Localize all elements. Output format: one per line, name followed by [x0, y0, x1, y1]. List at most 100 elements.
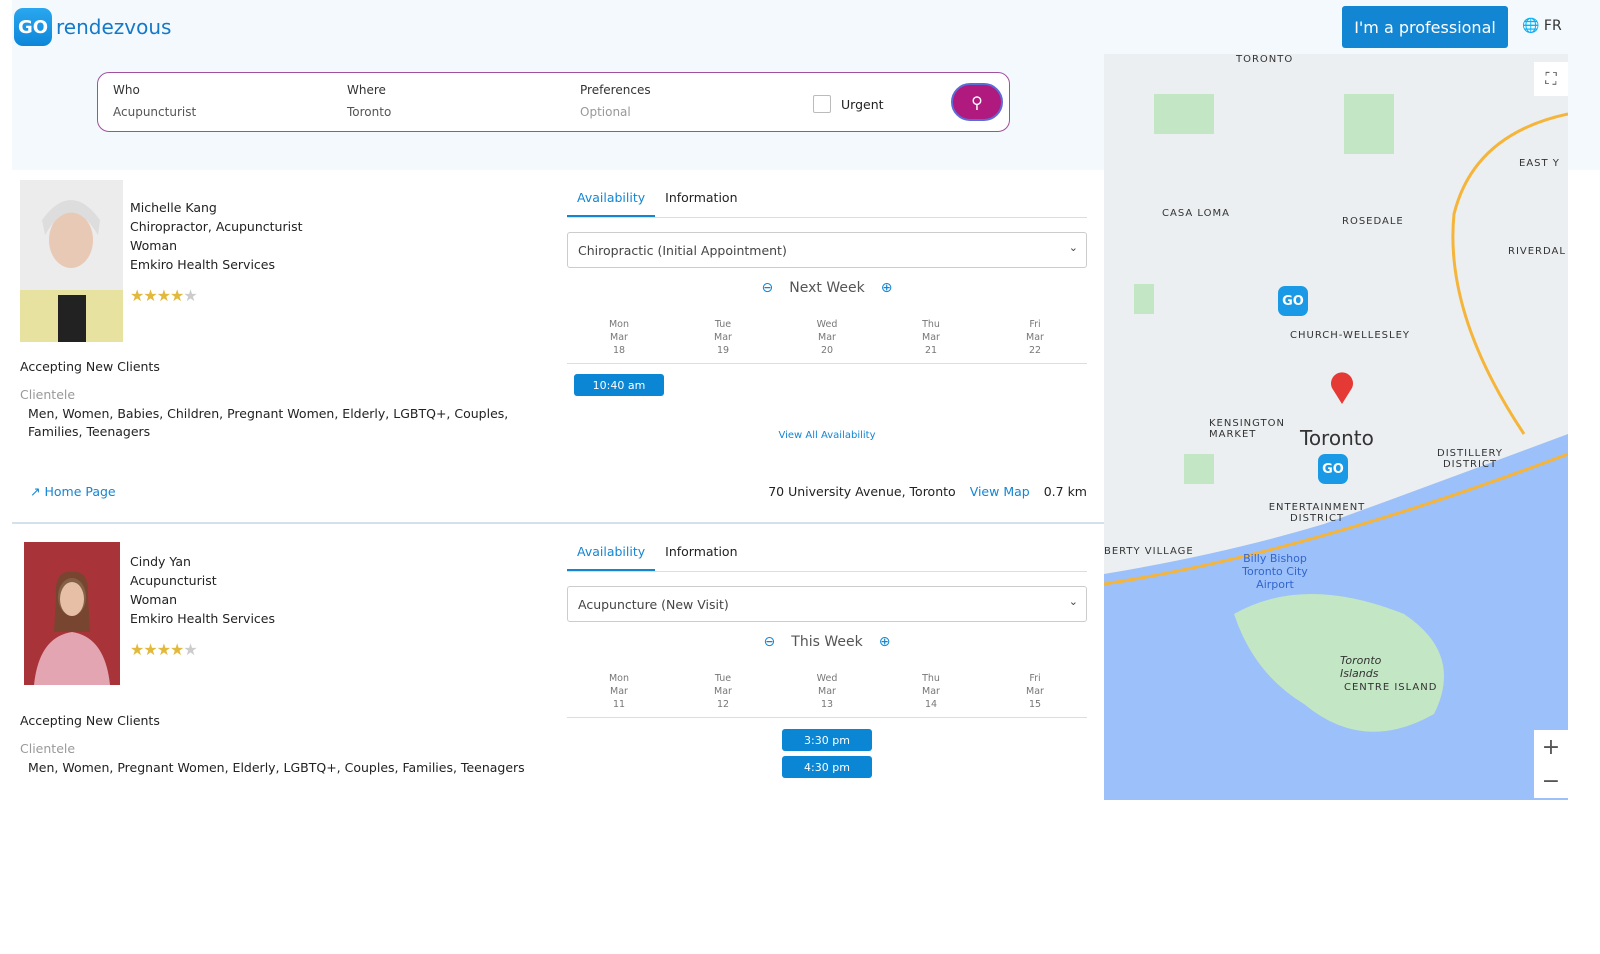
day-headers: Mon Mar 11 Tue Mar 12 Wed Mar 13 Thu Mar 14 Fri M… — [567, 672, 1087, 718]
preferences-field[interactable]: Preferences Optional — [580, 83, 651, 119]
zoom-out-button[interactable]: − — [1534, 764, 1568, 798]
week-nav: ⊖ Next Week ⊕ — [567, 280, 1087, 296]
location-row: 70 University Avenue, Toronto View Map 0… — [768, 484, 1087, 499]
practitioner-info: Michelle Kang Chiropractor, Acupuncturis… — [130, 198, 303, 305]
map-label: CENTRE ISLAND — [1344, 682, 1438, 693]
time-slot-button[interactable]: 4:30 pm — [782, 756, 872, 778]
tab-availability[interactable]: Availability — [567, 534, 656, 571]
map-label: Billy Bishop Toronto City Airport — [1242, 552, 1308, 591]
map-label: CHURCH-WELLESLEY — [1290, 330, 1410, 341]
next-week-icon[interactable]: ⊕ — [879, 634, 891, 650]
prev-week-icon[interactable]: ⊖ — [764, 634, 776, 650]
language-label: FR — [1543, 18, 1562, 34]
search-icon: ⚲ — [971, 92, 983, 112]
external-link-icon: ↗ — [30, 484, 41, 499]
gender: Woman — [130, 592, 178, 607]
map-label: RIVERDAL — [1508, 246, 1566, 257]
next-week-icon[interactable]: ⊕ — [881, 280, 893, 296]
prev-week-icon[interactable]: ⊖ — [762, 280, 774, 296]
checkbox[interactable] — [813, 95, 831, 113]
search-button[interactable]: ⚲ — [951, 83, 1003, 121]
map-label: ENTERTAINMENT DISTRICT — [1268, 502, 1366, 524]
preferences-input[interactable]: Optional — [580, 105, 651, 119]
view-all-availability-link[interactable]: View All Availability — [567, 430, 1087, 441]
result-card: Michelle Kang Chiropractor, Acupuncturis… — [12, 180, 1104, 520]
week-label: This Week — [791, 634, 863, 650]
service-value: Chiropractic (Initial Appointment) — [578, 243, 787, 258]
week-label: Next Week — [789, 280, 865, 296]
logo[interactable]: GO rendezvous — [14, 8, 171, 46]
accepting-status: Accepting New Clients — [20, 713, 160, 728]
day-header: Tue Mar 12 — [714, 673, 732, 710]
map-label: BERTY VILLAGE — [1104, 546, 1194, 557]
chevron-down-icon: ⌄ — [1068, 241, 1078, 254]
accepting-status: Accepting New Clients — [20, 359, 160, 374]
where-field[interactable]: Where Toronto — [347, 83, 391, 119]
day-header: Mon Mar 18 — [608, 319, 630, 356]
day-header: Tue Mar 19 — [714, 319, 732, 356]
urgent-checkbox[interactable]: Urgent — [813, 95, 884, 113]
service-value: Acupuncture (New Visit) — [578, 597, 729, 612]
day-header: Thu Mar 21 — [922, 319, 940, 356]
map-label: TORONTO — [1236, 54, 1294, 65]
logo-text: rendezvous — [56, 15, 172, 39]
map-label: ROSEDALE — [1342, 216, 1404, 227]
profile-photo — [24, 542, 120, 685]
gender: Woman — [130, 238, 178, 253]
where-input[interactable]: Toronto — [347, 105, 391, 119]
tabs: Availability Information — [567, 180, 1087, 218]
view-map-link[interactable]: View Map — [970, 484, 1030, 499]
home-page-link[interactable]: ↗ Home Page — [30, 484, 116, 499]
map-label: CASA LOMA — [1162, 208, 1230, 219]
globe-icon: 🌐 — [1522, 18, 1540, 34]
time-slot-button[interactable]: 10:40 am — [574, 374, 664, 396]
practitioner-info: Cindy Yan Acupuncturist Woman Emkiro Hea… — [130, 552, 275, 659]
tab-information[interactable]: Information — [655, 180, 747, 217]
zoom-in-button[interactable]: + — [1534, 730, 1568, 764]
logo-badge: GO — [14, 8, 52, 46]
language-switch[interactable]: 🌐 FR — [1522, 18, 1562, 34]
who-field[interactable]: Who Acupuncturist — [113, 83, 196, 119]
result-card: Cindy Yan Acupuncturist Woman Emkiro Hea… — [12, 534, 1104, 804]
day-header: Fri Mar 22 — [1026, 319, 1044, 356]
distance: 0.7 km — [1043, 484, 1087, 499]
clientele-value: Men, Women, Babies, Children, Pregnant W… — [28, 406, 509, 439]
practitioner-name[interactable]: Cindy Yan — [130, 552, 275, 571]
profile-photo — [20, 180, 123, 342]
preferences-label: Preferences — [580, 83, 651, 97]
map[interactable]: TORONTO CASA LOMA ROSEDALE CHURCH-WELLES… — [1104, 54, 1568, 800]
tab-availability[interactable]: Availability — [567, 180, 656, 217]
week-nav: ⊖ This Week ⊕ — [567, 634, 1087, 650]
rating-stars: ★★★★★ — [130, 640, 198, 659]
rating-stars: ★★★★★ — [130, 286, 198, 305]
clientele-value: Men, Women, Pregnant Women, Elderly, LGB… — [28, 760, 525, 775]
professional-button[interactable]: I'm a professional — [1342, 6, 1508, 48]
who-label: Who — [113, 83, 140, 97]
home-page-label: Home Page — [44, 484, 116, 499]
practitioner-name[interactable]: Michelle Kang — [130, 198, 303, 217]
where-label: Where — [347, 83, 386, 97]
clinic: Emkiro Health Services — [130, 257, 276, 272]
map-label: EAST Y — [1519, 158, 1560, 169]
clientele-label: Clientele — [20, 387, 76, 402]
chevron-down-icon: ⌄ — [1068, 595, 1078, 608]
service-select[interactable]: Acupuncture (New Visit) ⌄ — [567, 586, 1087, 622]
profession: Chiropractor, Acupuncturist — [130, 219, 303, 234]
map-label: KENSINGTON MARKET — [1209, 418, 1285, 440]
time-slot-button[interactable]: 3:30 pm — [782, 729, 872, 751]
day-header: Thu Mar 14 — [922, 673, 940, 710]
service-select[interactable]: Chiropractic (Initial Appointment) ⌄ — [567, 232, 1087, 268]
urgent-label: Urgent — [841, 96, 884, 112]
search-bar: Who Acupuncturist Where Toronto Preference… — [97, 72, 1010, 132]
clinic-marker[interactable]: GO — [1318, 454, 1348, 484]
tab-information[interactable]: Information — [655, 534, 747, 571]
day-header: Wed Mar 20 — [816, 319, 838, 356]
clinic: Emkiro Health Services — [130, 611, 276, 626]
who-input[interactable]: Acupuncturist — [113, 105, 196, 119]
fullscreen-icon[interactable]: ⛶ — [1534, 62, 1568, 96]
day-header: Mon Mar 11 — [608, 673, 630, 710]
address: 70 University Avenue, Toronto — [768, 484, 956, 499]
clinic-marker[interactable]: GO — [1278, 286, 1308, 316]
profession: Acupuncturist — [130, 573, 217, 588]
map-label: DISTILLERY DISTRICT — [1437, 448, 1503, 470]
